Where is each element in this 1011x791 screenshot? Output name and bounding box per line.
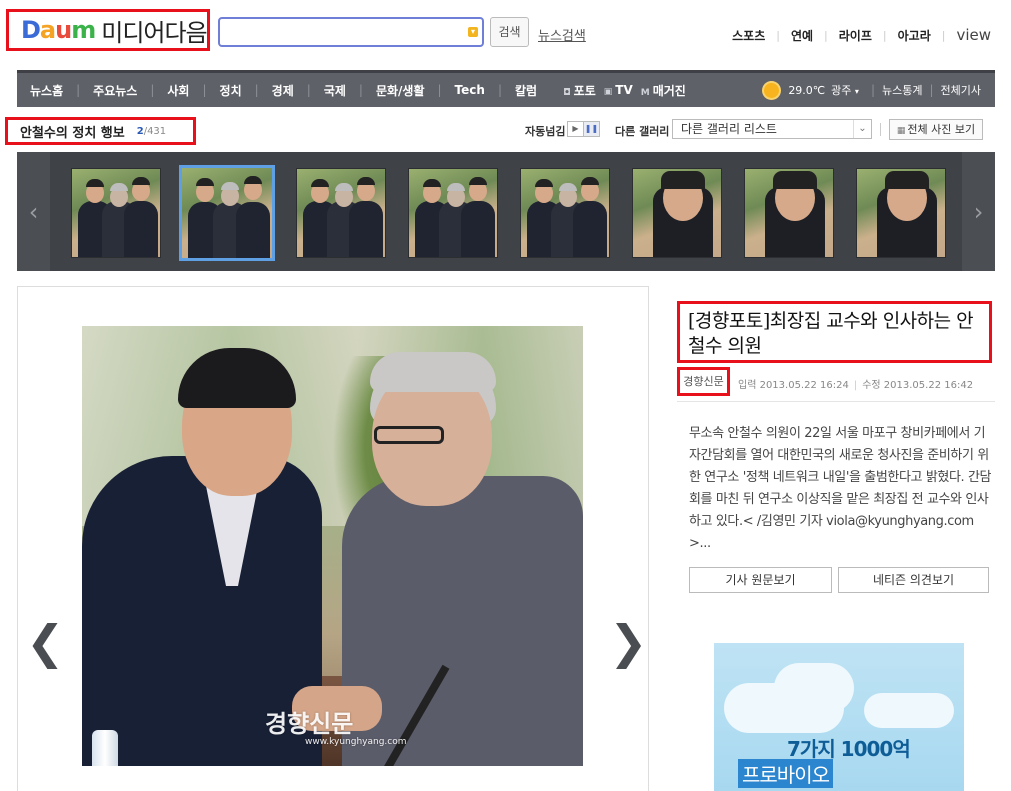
watermark-text: 경향신문 [265,710,354,738]
gallery-thumbnail[interactable] [744,168,834,258]
main-nav: 뉴스홈 | 주요뉴스 | 사회 | 정치 | 경제 | 국제 | 문화/생활 | Tech | … [17,70,995,107]
nav-item-politics[interactable]: 정치 [207,82,255,99]
weather-city-label: 광주 [831,84,852,97]
search-button[interactable]: 검색 [490,17,529,47]
cloud-shape [774,663,854,713]
other-gallery-select[interactable]: 다른 갤러리 리스트 ⌄ [672,119,872,139]
view-original-button[interactable]: 기사 원문보기 [689,567,832,593]
magazine-icon: M [640,87,650,98]
top-link-view[interactable]: view [945,26,991,44]
all-photos-label: 전체 사진 보기 [907,123,976,136]
nav-item-tv[interactable]: ▣ TV [600,83,637,97]
nav-item-tech[interactable]: Tech [442,83,498,97]
main-photo[interactable]: 경향신문 www.kyunghyang.com [82,326,583,766]
top-link-entertainment[interactable]: 연예 [780,27,824,44]
gallery-thumbnail[interactable] [296,168,386,258]
divider [880,123,881,136]
other-gallery-label: 다른 갤러리 [615,125,670,138]
strip-prev-icon[interactable]: ‹ [17,152,50,271]
nav-item-main-news[interactable]: 주요뉴스 [80,82,150,99]
top-links: 스포츠 | 연예 | 라이프 | 아고라 | view [721,26,991,44]
photo-watermark: 경향신문 www.kyunghyang.com [265,704,407,747]
logo[interactable]: Daum 미디어다음 [6,9,210,51]
view-comments-button[interactable]: 네티즌 의견보기 [838,567,989,593]
play-icon[interactable]: ▶ [568,122,583,136]
nav-item-culture[interactable]: 문화/생활 [363,82,438,99]
other-gallery-select-value: 다른 갤러리 리스트 [681,122,777,136]
gallery-current: 2 [136,125,144,137]
input-time: 입력 2013.05.22 16:24 [738,380,849,391]
nav-item-magazine[interactable]: M 매거진 [637,82,690,99]
news-search-link[interactable]: 뉴스검색 [538,25,586,44]
top-link-agora[interactable]: 아고라 [887,27,942,44]
gallery-thumbnail[interactable] [179,165,275,261]
nav-item-photo[interactable]: ◘ 포토 [550,82,600,99]
gallery-title: 안철수의 정치 행보 2/431 [5,117,196,145]
sun-icon [764,82,780,98]
cloud-shape [864,693,954,728]
strip-next-icon[interactable]: › [962,152,995,271]
auto-advance-controls: ▶ ❚❚ [567,121,600,137]
nav-item-economy[interactable]: 경제 [259,82,307,99]
camera-icon: ◘ [563,87,571,98]
watermark-url: www.kyunghyang.com [305,737,407,747]
ad-line2: 프로바이오 [738,759,833,788]
article-source[interactable]: 경향신문 [677,367,730,396]
logo-text: 미디어다음 [101,18,207,47]
gallery-total: /431 [143,125,167,137]
nav-item-news-home[interactable]: 뉴스홈 [17,82,76,99]
gallery-title-text: 안철수의 정치 행보 [20,125,125,141]
search-dropdown-icon[interactable]: ▾ [468,27,478,37]
pause-icon[interactable]: ❚❚ [583,122,599,136]
top-link-life[interactable]: 라이프 [828,27,883,44]
nav-item-society[interactable]: 사회 [154,82,202,99]
gallery-counter: 2/431 [137,126,166,137]
gallery-thumbnail[interactable] [632,168,722,258]
news-stats-link[interactable]: 뉴스통계 [875,82,929,98]
prev-photo-icon[interactable]: ❮ [26,615,65,669]
nav-item-international[interactable]: 국제 [311,82,359,99]
all-photos-button[interactable]: ▦ 전체 사진 보기 [889,119,983,140]
article-title: [경향포토]최장집 교수와 인사하는 안철수 의원 [677,301,992,363]
daum-logo: Daum [21,16,96,44]
gallery-thumbnail[interactable] [856,168,946,258]
ad-line1: 7가지 1000억 [787,737,911,761]
chevron-down-icon: ⌄ [853,120,871,138]
tv-icon: ▣ [603,87,613,97]
ad-banner[interactable]: 7가지 1000억 프로바이오 [714,643,964,791]
gallery-thumbnail[interactable] [71,168,161,258]
weather-temp: 29.0℃ [788,83,826,97]
edit-time: 수정 2013.05.22 16:42 [862,380,974,391]
all-articles-link[interactable]: 전체기사 [934,82,995,98]
divider [677,401,995,402]
nav-tv-label: TV [615,83,633,97]
grid-icon: ▦ [896,126,906,136]
divider: | [853,380,858,391]
search-input[interactable]: ▾ [218,17,484,47]
gallery-thumbnail[interactable] [520,168,610,258]
auto-advance-label: 자동넘김 [525,125,566,138]
nav-photo-label: 포토 [573,83,596,98]
weather-city[interactable]: 광주 ▾ [829,82,871,98]
thumbnail-strip: ‹ › [17,152,995,271]
nav-right: 29.0℃ 광주 ▾ | 뉴스통계 | 전체기사 [764,82,995,98]
nav-magazine-label: 매거진 [652,83,686,98]
next-photo-icon[interactable]: ❯ [609,615,648,669]
top-link-sports[interactable]: 스포츠 [721,27,776,44]
gallery-thumbnail[interactable] [408,168,498,258]
article-summary: 무소속 안철수 의원이 22일 서울 마포구 창비카페에서 기자간담회를 열어 … [689,426,992,551]
nav-item-column[interactable]: 칼럼 [502,82,550,99]
chevron-down-icon: ▾ [854,87,859,96]
article-meta: 입력 2013.05.22 16:24 | 수정 2013.05.22 16:42 [738,376,973,391]
